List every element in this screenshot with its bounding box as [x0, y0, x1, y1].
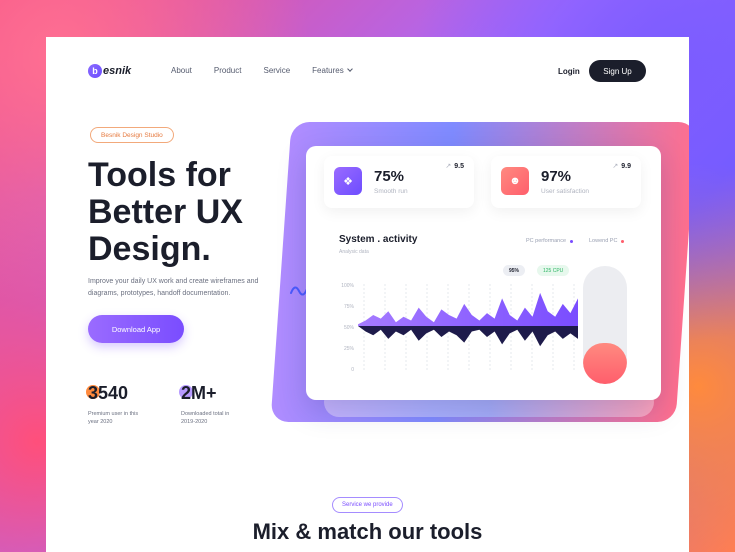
performance-gauge[interactable]	[583, 266, 627, 384]
hero-description: Improve your daily UX work and create wi…	[88, 278, 259, 297]
logo-text: esnik	[103, 65, 132, 77]
hero-title: Tools for Better UX Design.	[88, 156, 243, 268]
activity-title: System . activity	[339, 234, 418, 245]
logo-mark: b	[88, 64, 102, 78]
metric-label: Smooth run	[374, 188, 408, 195]
y-tick: 0	[351, 367, 354, 373]
tooltip-percent: 95%	[503, 265, 526, 276]
nav-features[interactable]: Features	[312, 66, 353, 75]
stat-premium-users: 3540 Premium user in this year 2020	[86, 383, 148, 426]
main-nav: About Product Service Features	[171, 66, 353, 75]
legend-dot-icon	[570, 239, 574, 243]
legend-pc-performance[interactable]: PC performance	[526, 238, 574, 244]
rating-value: 9.5	[454, 163, 464, 170]
series-area-lowend-pc	[358, 326, 578, 347]
arrow-icon: ↗	[445, 163, 452, 170]
y-tick: 100%	[341, 283, 354, 289]
arrow-icon: ↗	[612, 163, 619, 170]
metric-card-smooth-run: ❖ 75% Smooth run ↗ 9.5	[324, 156, 474, 208]
section-title: Mix & match our tools	[252, 519, 483, 544]
login-link[interactable]: Login	[558, 67, 580, 76]
stat-label: Downloaded total in 2019-2020	[181, 411, 230, 425]
service-badge: Service we provide	[332, 497, 403, 513]
chevron-down-icon	[346, 66, 353, 72]
activity-subtitle: Analysic data	[339, 249, 369, 255]
stat-label: Premium user in this year 2020	[88, 411, 139, 425]
stat-downloads: 2M+ Downloaded total in 2019-2020	[179, 383, 241, 426]
metric-rating: ↗ 9.9	[612, 162, 631, 170]
gauge-fill	[583, 342, 627, 384]
dashboard-card: ❖ 75% Smooth run ↗ 9.5 ☻ 97% User satisfa…	[306, 146, 661, 400]
rating-value: 9.9	[621, 163, 631, 170]
nav-product[interactable]: Product	[214, 66, 242, 75]
download-app-button[interactable]: Download App	[88, 315, 184, 343]
series-area-pc-performance	[358, 292, 578, 326]
y-tick: 25%	[343, 346, 354, 352]
legend-label: PC performance	[526, 238, 567, 244]
landing-page: b esnik About Product Service Features L…	[46, 37, 689, 552]
stat-value: 2M+	[181, 383, 217, 403]
tooltip-cpu: 125 CPU	[537, 265, 570, 276]
metric-card-user-satisfaction: ☻ 97% User satisfaction ↗ 9.9	[491, 156, 641, 208]
signup-button[interactable]: Sign Up	[589, 60, 646, 82]
metric-label: User satisfaction	[541, 188, 590, 195]
nav-features-label: Features	[312, 66, 344, 75]
legend-lowend-pc[interactable]: Lowend PC	[589, 238, 625, 244]
nav-about[interactable]: About	[171, 66, 192, 75]
y-tick: 50%	[343, 325, 354, 331]
nav-service[interactable]: Service	[263, 66, 290, 75]
y-tick: 75%	[343, 304, 354, 310]
metric-rating: ↗ 9.5	[445, 162, 464, 170]
studio-badge: Besnik Design Studio	[90, 127, 174, 143]
activity-chart	[358, 284, 578, 372]
brand-logo[interactable]: b esnik	[88, 64, 131, 78]
user-badge-icon: ☻	[501, 167, 529, 195]
legend-dot-icon	[621, 239, 625, 243]
handshake-icon: ❖	[334, 167, 362, 195]
metric-value: 75%	[374, 168, 405, 185]
stat-value: 3540	[88, 383, 129, 403]
legend-label: Lowend PC	[589, 238, 618, 244]
metric-value: 97%	[541, 168, 572, 185]
